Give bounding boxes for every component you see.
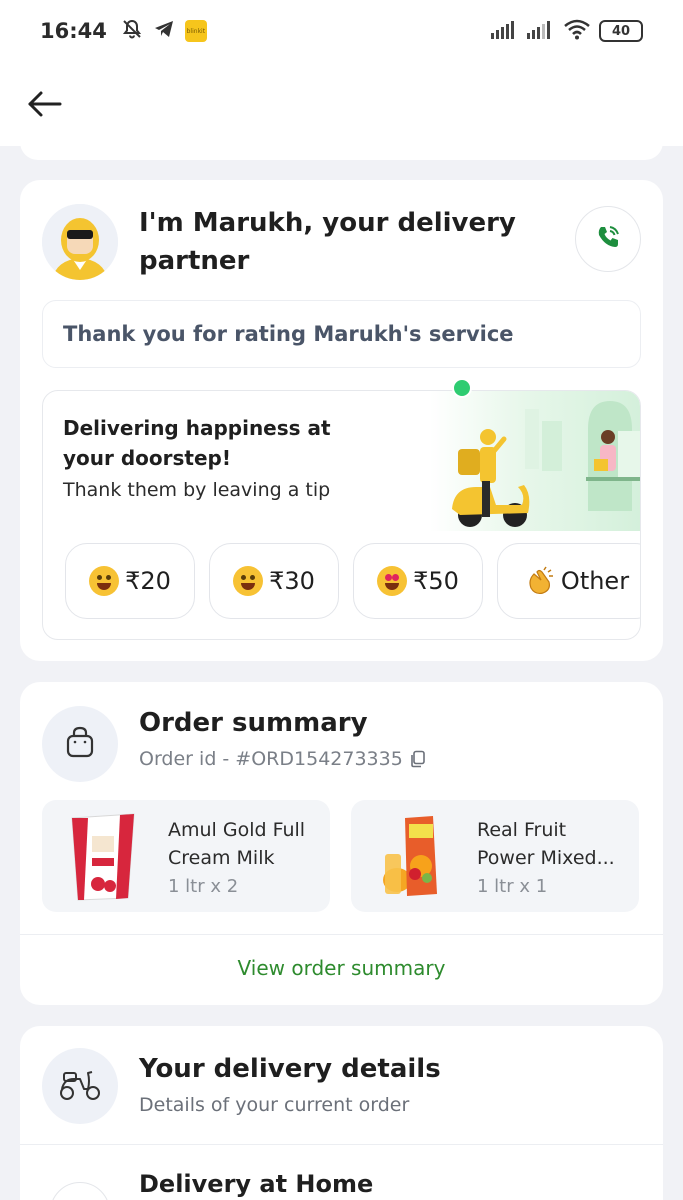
blinkit-app-icon: blinkit xyxy=(184,20,207,42)
delivery-details-title: Your delivery details xyxy=(139,1054,441,1084)
tip-option-label: ₹30 xyxy=(269,567,315,595)
partner-title: I'm Marukh, your delivery partner xyxy=(139,208,516,276)
arrow-left-icon xyxy=(26,90,62,122)
juice-pack-image xyxy=(367,810,457,902)
scooter-icon-circle xyxy=(42,1048,118,1124)
tip-option-20[interactable]: ₹20 xyxy=(65,543,195,619)
tip-option-label: ₹50 xyxy=(413,567,459,595)
rating-text: Thank you for rating Marukh's service xyxy=(63,322,514,346)
delivery-location-title: Delivery at Home xyxy=(139,1170,374,1198)
tip-option-50[interactable]: ₹50 xyxy=(353,543,483,619)
delivery-illustration xyxy=(430,391,640,531)
product-quantity: 1 ltr x 1 xyxy=(477,876,548,897)
milk-pack-image xyxy=(58,810,148,902)
tip-option-30[interactable]: ₹30 xyxy=(209,543,339,619)
scooter-icon xyxy=(58,1067,102,1105)
partner-avatar xyxy=(42,204,118,280)
status-bar: 16:44 blinkit 40 xyxy=(0,0,683,62)
rating-confirmation: Thank you for rating Marukh's service xyxy=(42,300,641,368)
tip-option-label: ₹20 xyxy=(125,567,171,595)
heart-eyes-icon xyxy=(377,566,408,596)
call-partner-button[interactable] xyxy=(575,206,641,272)
telegram-icon xyxy=(153,18,175,44)
tip-option-other[interactable]: Other xyxy=(497,543,640,619)
signal-icon xyxy=(491,19,519,43)
battery-icon: 40 xyxy=(599,20,643,42)
order-item[interactable]: Amul Gold Full Cream Milk 1 ltr x 2 xyxy=(42,800,330,912)
copy-icon[interactable] xyxy=(409,750,427,768)
product-quantity: 1 ltr x 2 xyxy=(168,876,239,897)
tip-subtext: Thank them by leaving a tip xyxy=(63,479,331,501)
home-icon xyxy=(50,1182,110,1200)
order-summary-title: Order summary xyxy=(139,708,368,738)
status-dot xyxy=(452,378,472,398)
bag-icon-circle xyxy=(42,706,118,782)
order-summary-card: Order summary Order id - #ORD154273335 A… xyxy=(20,682,663,1005)
order-id-text: Order id - #ORD154273335 xyxy=(139,748,403,770)
view-order-summary-link[interactable]: View order summary xyxy=(20,956,663,980)
delivery-details-card: Your delivery details Details of your cu… xyxy=(20,1026,663,1200)
divider xyxy=(20,934,663,935)
back-button[interactable] xyxy=(24,88,64,124)
delivery-partner-card: I'm Marukh, your delivery partner Thank … xyxy=(20,180,663,661)
star-struck-icon xyxy=(233,566,264,596)
product-name: Amul Gold Full Cream Milk xyxy=(168,819,306,869)
wifi-icon xyxy=(563,18,591,44)
app-bar xyxy=(0,62,683,146)
tip-option-label: Other xyxy=(560,567,630,595)
order-id: Order id - #ORD154273335 xyxy=(139,748,427,770)
tip-section: Delivering happiness at your doorstep! T… xyxy=(42,390,641,640)
order-item[interactable]: Real Fruit Power Mixed... 1 ltr x 1 xyxy=(351,800,639,912)
delivery-details-subtitle: Details of your current order xyxy=(139,1094,410,1116)
phone-icon xyxy=(595,224,621,254)
mute-bell-icon xyxy=(121,18,143,44)
shopping-bag-icon xyxy=(62,724,98,764)
divider xyxy=(20,1144,663,1145)
status-time: 16:44 xyxy=(40,19,107,43)
previous-card-edge xyxy=(20,136,663,160)
product-name: Real Fruit Power Mixed... xyxy=(477,819,615,869)
clapping-hands-icon xyxy=(525,566,555,596)
signal-icon-2 xyxy=(527,19,555,43)
grinning-face-icon xyxy=(89,566,120,596)
tip-heading: Delivering happiness at your doorstep! xyxy=(63,416,331,470)
